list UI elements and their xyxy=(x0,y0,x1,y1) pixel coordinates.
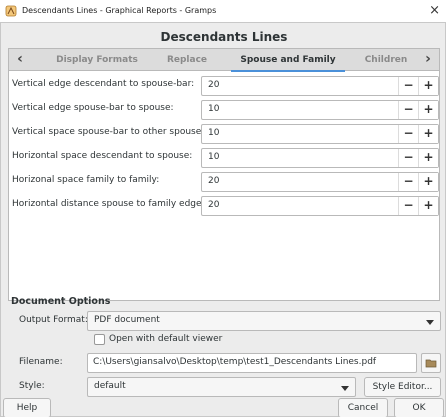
option-spin-button[interactable]: 10 − + xyxy=(201,124,439,144)
option-spin-button[interactable]: 10 − + xyxy=(201,148,439,168)
tab-scroll-right-icon[interactable]: › xyxy=(420,51,436,69)
options-notebook: ‹ Display Formats Replace Spouse and Fam… xyxy=(8,48,440,301)
filename-label: Filename: xyxy=(19,357,63,367)
dropdown-arrow-icon xyxy=(426,320,434,325)
style-editor-button[interactable]: Style Editor... xyxy=(364,377,441,397)
option-spin-button[interactable]: 20 − + xyxy=(201,76,439,96)
tab-display-formats[interactable]: Display Formats xyxy=(47,53,147,69)
document-options-title: Document Options xyxy=(11,296,111,307)
output-format-combo[interactable]: PDF document xyxy=(87,311,441,331)
tab-children[interactable]: Children xyxy=(361,53,411,69)
option-row: Horizontal distance spouse to family edg… xyxy=(9,195,439,217)
increment-button[interactable]: + xyxy=(418,77,438,95)
spin-value[interactable]: 10 xyxy=(208,152,219,162)
cancel-button[interactable]: Cancel xyxy=(338,398,388,417)
spin-value[interactable]: 20 xyxy=(208,200,219,210)
option-row: Horizontal space descendant to spouse: 1… xyxy=(9,147,439,169)
option-label: Horizonal space family to family: xyxy=(12,175,160,185)
ok-button[interactable]: OK xyxy=(394,398,444,417)
style-combo[interactable]: default xyxy=(87,377,356,397)
option-label: Horizontal space descendant to spouse: xyxy=(12,151,193,161)
option-row: Vertical edge spouse-bar to spouse: 10 −… xyxy=(9,99,439,121)
open-viewer-checkbox[interactable] xyxy=(94,334,105,345)
tab-replace[interactable]: Replace xyxy=(157,53,217,69)
increment-button[interactable]: + xyxy=(418,101,438,119)
dialog-heading: Descendants Lines xyxy=(160,30,288,44)
style-value: default xyxy=(94,381,126,391)
open-viewer-label[interactable]: Open with default viewer xyxy=(109,334,222,344)
increment-button[interactable]: + xyxy=(418,173,438,191)
style-label: Style: xyxy=(19,381,45,391)
spin-value[interactable]: 20 xyxy=(208,176,219,186)
increment-button[interactable]: + xyxy=(418,149,438,167)
spin-value[interactable]: 10 xyxy=(208,104,219,114)
tab-spouse-and-family[interactable]: Spouse and Family xyxy=(231,53,345,72)
gramps-icon xyxy=(5,5,17,17)
help-button[interactable]: Help xyxy=(3,398,51,417)
filename-value[interactable]: C:\Users\giansalvo\Desktop\temp\test1_De… xyxy=(93,357,376,367)
folder-icon xyxy=(425,359,437,368)
option-spin-button[interactable]: 10 − + xyxy=(201,100,439,120)
decrement-button[interactable]: − xyxy=(398,101,418,119)
decrement-button[interactable]: − xyxy=(398,77,418,95)
option-label: Vertical space spouse-bar to other spous… xyxy=(12,127,205,137)
option-spin-button[interactable]: 20 − + xyxy=(201,172,439,192)
output-format-value: PDF document xyxy=(94,315,160,325)
window-title: Descendants Lines - Graphical Reports - … xyxy=(22,6,217,15)
browse-folder-button[interactable] xyxy=(421,353,441,373)
option-spin-button[interactable]: 20 − + xyxy=(201,196,439,216)
option-row: Vertical space spouse-bar to other spous… xyxy=(9,123,439,145)
spin-value[interactable]: 20 xyxy=(208,80,219,90)
report-dialog: Descendants Lines ‹ Display Formats Repl… xyxy=(0,22,446,417)
decrement-button[interactable]: − xyxy=(398,197,418,215)
option-row: Horizonal space family to family: 20 − + xyxy=(9,171,439,193)
increment-button[interactable]: + xyxy=(418,197,438,215)
output-format-label: Output Format: xyxy=(19,315,88,325)
decrement-button[interactable]: − xyxy=(398,173,418,191)
decrement-button[interactable]: − xyxy=(398,149,418,167)
option-label: Vertical edge descendant to spouse-bar: xyxy=(12,79,195,89)
spin-value[interactable]: 10 xyxy=(208,128,219,138)
dropdown-arrow-icon xyxy=(341,386,349,391)
filename-input[interactable]: C:\Users\giansalvo\Desktop\temp\test1_De… xyxy=(87,353,417,373)
increment-button[interactable]: + xyxy=(418,125,438,143)
option-label: Vertical edge spouse-bar to spouse: xyxy=(12,103,174,113)
tab-bar: ‹ Display Formats Replace Spouse and Fam… xyxy=(9,49,439,72)
close-icon[interactable]: × xyxy=(429,3,440,18)
option-row: Vertical edge descendant to spouse-bar: … xyxy=(9,75,439,97)
window-titlebar: Descendants Lines - Graphical Reports - … xyxy=(0,0,446,22)
option-label: Horizontal distance spouse to family edg… xyxy=(12,199,205,209)
decrement-button[interactable]: − xyxy=(398,125,418,143)
tab-scroll-left-icon[interactable]: ‹ xyxy=(12,51,28,69)
